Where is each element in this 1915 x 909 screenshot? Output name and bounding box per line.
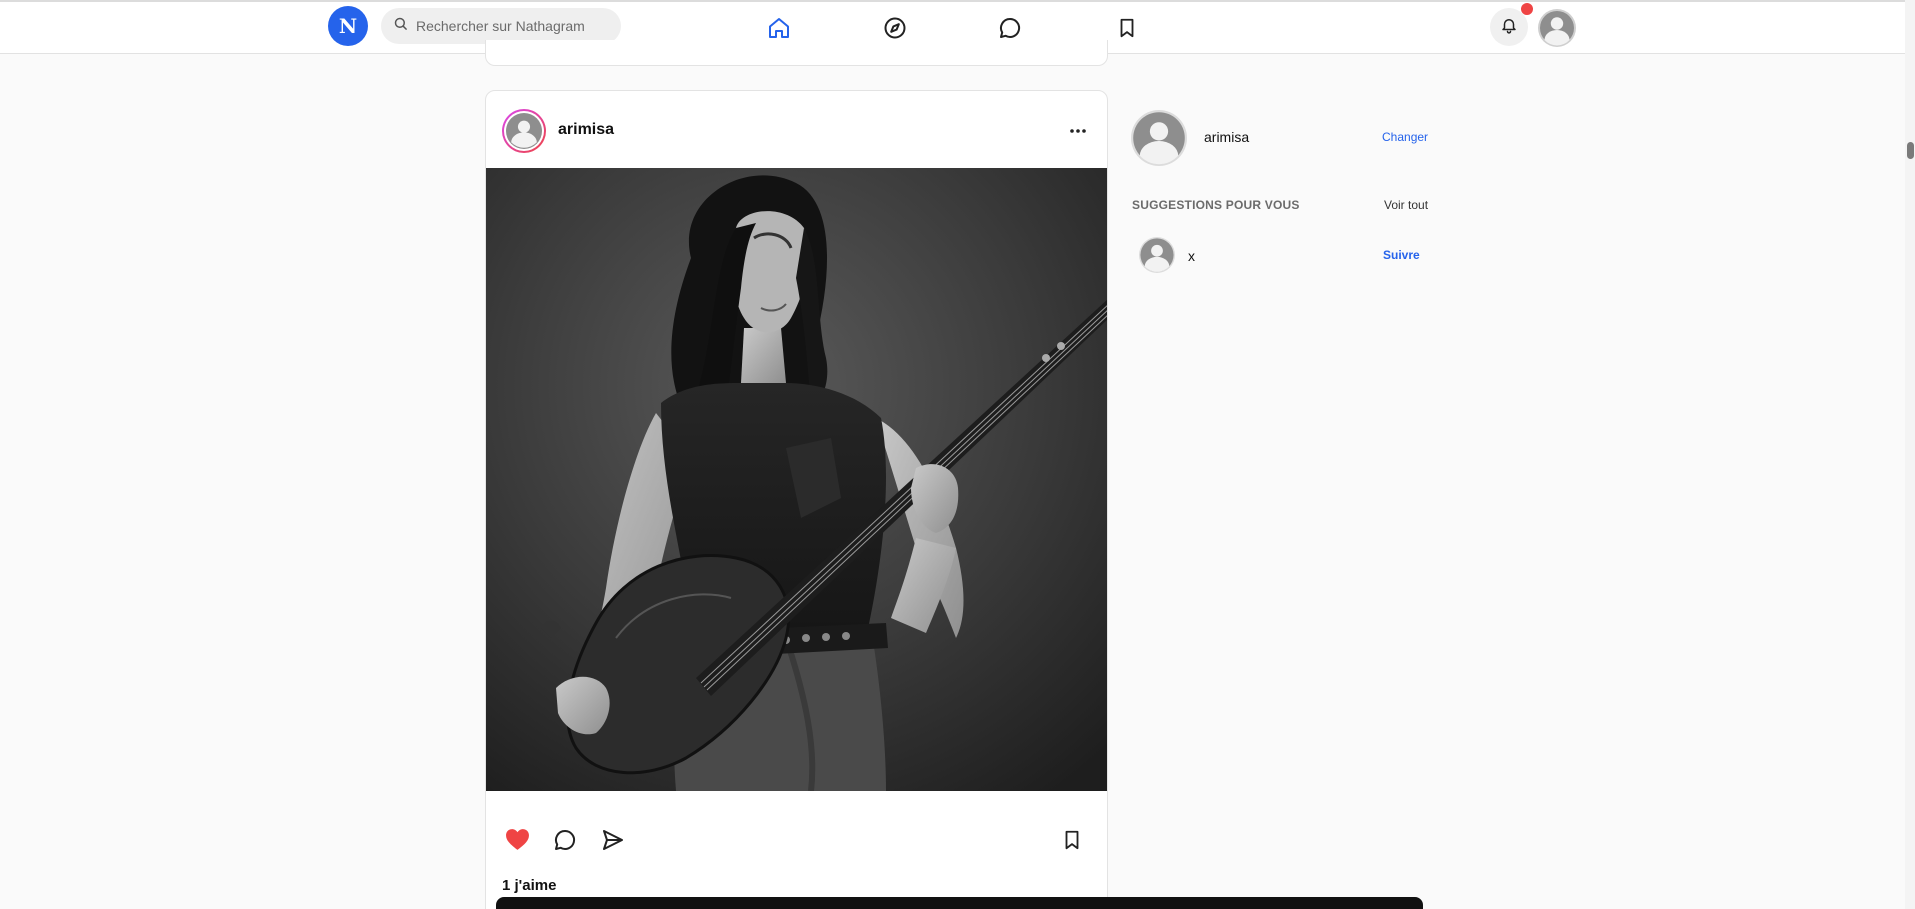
post-card: arimisa 1 j'aime [485,90,1108,909]
suggestions-heading: SUGGESTIONS POUR VOUS [1132,198,1300,212]
follow-button[interactable]: Suivre [1383,248,1420,262]
current-user-avatar[interactable] [1131,110,1187,171]
search-bar[interactable] [381,8,621,44]
scrollbar-thumb[interactable] [1907,142,1914,159]
more-horizontal-icon [1069,121,1087,139]
switch-account-link[interactable]: Changer [1382,130,1428,144]
default-avatar-icon [1139,237,1175,273]
suggestion-avatar[interactable] [1139,237,1175,278]
previous-post-card [485,40,1108,66]
comment-icon [553,828,577,857]
bookmark-icon [1061,829,1083,856]
search-icon [393,16,408,36]
likes-count[interactable]: 1 j'aime [502,877,556,894]
post-image[interactable] [486,168,1107,791]
suggestion-username[interactable]: x [1188,248,1195,264]
default-avatar-icon [506,113,542,149]
app-logo-letter: N [338,14,358,38]
post-author-avatar[interactable] [502,109,546,153]
search-input[interactable] [416,18,606,34]
comment-button[interactable] [549,826,581,858]
heart-icon [505,828,530,856]
bottom-overlay-bar [496,897,1423,909]
bookmark-icon [1116,17,1138,44]
share-button[interactable] [597,826,629,858]
see-all-suggestions-link[interactable]: Voir tout [1384,198,1428,212]
current-user-username[interactable]: arimisa [1204,129,1249,145]
page-scrollbar[interactable] [1905,0,1915,909]
post-photo-illustration [486,168,1107,791]
app-logo[interactable]: N [328,6,368,46]
default-avatar-icon [1131,110,1187,166]
post-actions [486,826,1107,866]
post-options-button[interactable] [1063,117,1093,143]
like-button[interactable] [501,826,533,858]
notification-badge [1521,3,1533,15]
post-author-username[interactable]: arimisa [558,121,614,139]
bell-icon [1500,16,1518,39]
send-icon [601,828,625,857]
save-post-button[interactable] [1056,826,1088,858]
default-avatar-icon [1538,9,1576,47]
post-header: arimisa [486,91,1107,167]
profile-avatar-button[interactable] [1538,9,1576,52]
